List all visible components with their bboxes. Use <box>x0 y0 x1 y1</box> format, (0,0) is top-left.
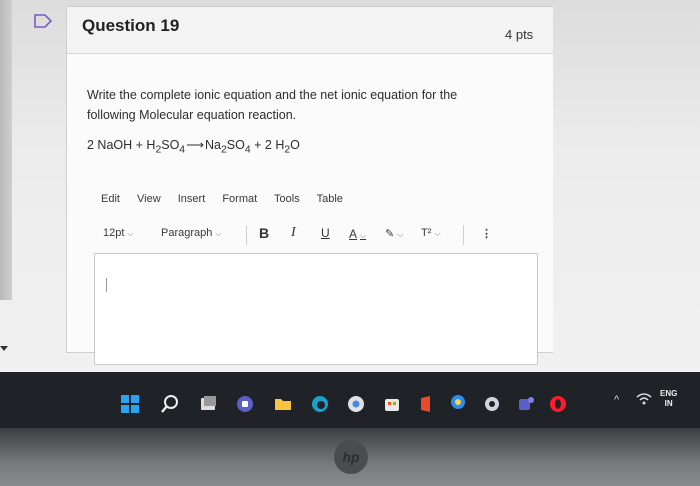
chevron-down-icon: ⌵ <box>215 229 222 238</box>
windows-taskbar: ^ ENG IN <box>0 372 700 428</box>
search-icon[interactable] <box>160 394 180 414</box>
windows-start-icon[interactable] <box>120 394 140 414</box>
question-header: Question 19 4 pts <box>67 7 553 54</box>
chevron-down-icon: ⌵ <box>360 231 367 240</box>
more-options-button[interactable]: ⋮ <box>481 227 492 240</box>
language-indicator[interactable]: ENG IN <box>660 389 677 409</box>
store-icon[interactable] <box>382 394 402 414</box>
block-format-select[interactable]: Paragraph ⌵ <box>161 227 221 239</box>
tray-overflow-icon[interactable]: ^ <box>614 394 619 406</box>
answer-editor[interactable] <box>94 253 538 365</box>
maps-pin-icon[interactable] <box>448 394 468 414</box>
superscript-button[interactable]: T² ⌵ <box>421 227 440 239</box>
chevron-down-icon: ⌵ <box>434 229 441 238</box>
question-prompt: Write the complete ionic equation and th… <box>87 88 458 122</box>
highlight-button[interactable]: ✎ ⌵ <box>385 227 403 240</box>
italic-button[interactable]: I <box>291 225 296 241</box>
teams-icon[interactable] <box>516 394 536 414</box>
edge-icon[interactable] <box>310 394 330 414</box>
network-icon[interactable] <box>636 392 652 406</box>
text-color-button[interactable]: A ⌵ <box>349 227 366 241</box>
collapse-arrow-icon[interactable] <box>0 344 8 352</box>
menu-view[interactable]: View <box>137 193 161 205</box>
menu-insert[interactable]: Insert <box>178 193 206 205</box>
bold-button[interactable]: B <box>259 225 269 241</box>
menu-format[interactable]: Format <box>222 193 257 205</box>
toolbar-divider <box>463 225 464 245</box>
question-title: Question 19 <box>82 16 180 35</box>
underline-button[interactable]: U <box>321 226 330 240</box>
file-explorer-icon[interactable] <box>273 394 293 414</box>
settings-icon[interactable] <box>482 394 502 414</box>
molecular-equation: 2 NaOH + H2SO4⟶Na2SO4 + 2 H2O <box>87 138 300 156</box>
flag-question-icon[interactable] <box>34 14 52 28</box>
hp-logo: hp <box>334 440 368 474</box>
chevron-down-icon: ⌵ <box>397 230 404 239</box>
opera-icon[interactable] <box>548 394 568 414</box>
task-view-icon[interactable] <box>198 394 218 414</box>
text-caret <box>106 278 107 292</box>
screen: Question 19 4 pts Write the complete ion… <box>0 0 700 380</box>
question-points: 4 pts <box>505 27 534 42</box>
chevron-down-icon: ⌵ <box>127 229 134 238</box>
office-icon[interactable] <box>416 394 436 414</box>
editor-menubar: Edit View Insert Format Tools Table <box>101 193 357 205</box>
menu-edit[interactable]: Edit <box>101 193 120 205</box>
editor-toolbar: 12pt ⌵ Paragraph ⌵ B I U A ⌵ ✎ ⌵ T² ⌵ ⋮ <box>103 225 503 247</box>
chrome-icon[interactable] <box>346 394 366 414</box>
menu-table[interactable]: Table <box>317 193 343 205</box>
course-nav-strip <box>0 0 12 300</box>
teams-chat-icon[interactable] <box>235 394 255 414</box>
menu-tools[interactable]: Tools <box>274 193 300 205</box>
highlighter-icon: ✎ <box>385 228 395 240</box>
toolbar-divider <box>246 225 247 245</box>
font-size-select[interactable]: 12pt ⌵ <box>103 227 134 239</box>
question-card: Question 19 4 pts Write the complete ion… <box>66 6 553 365</box>
